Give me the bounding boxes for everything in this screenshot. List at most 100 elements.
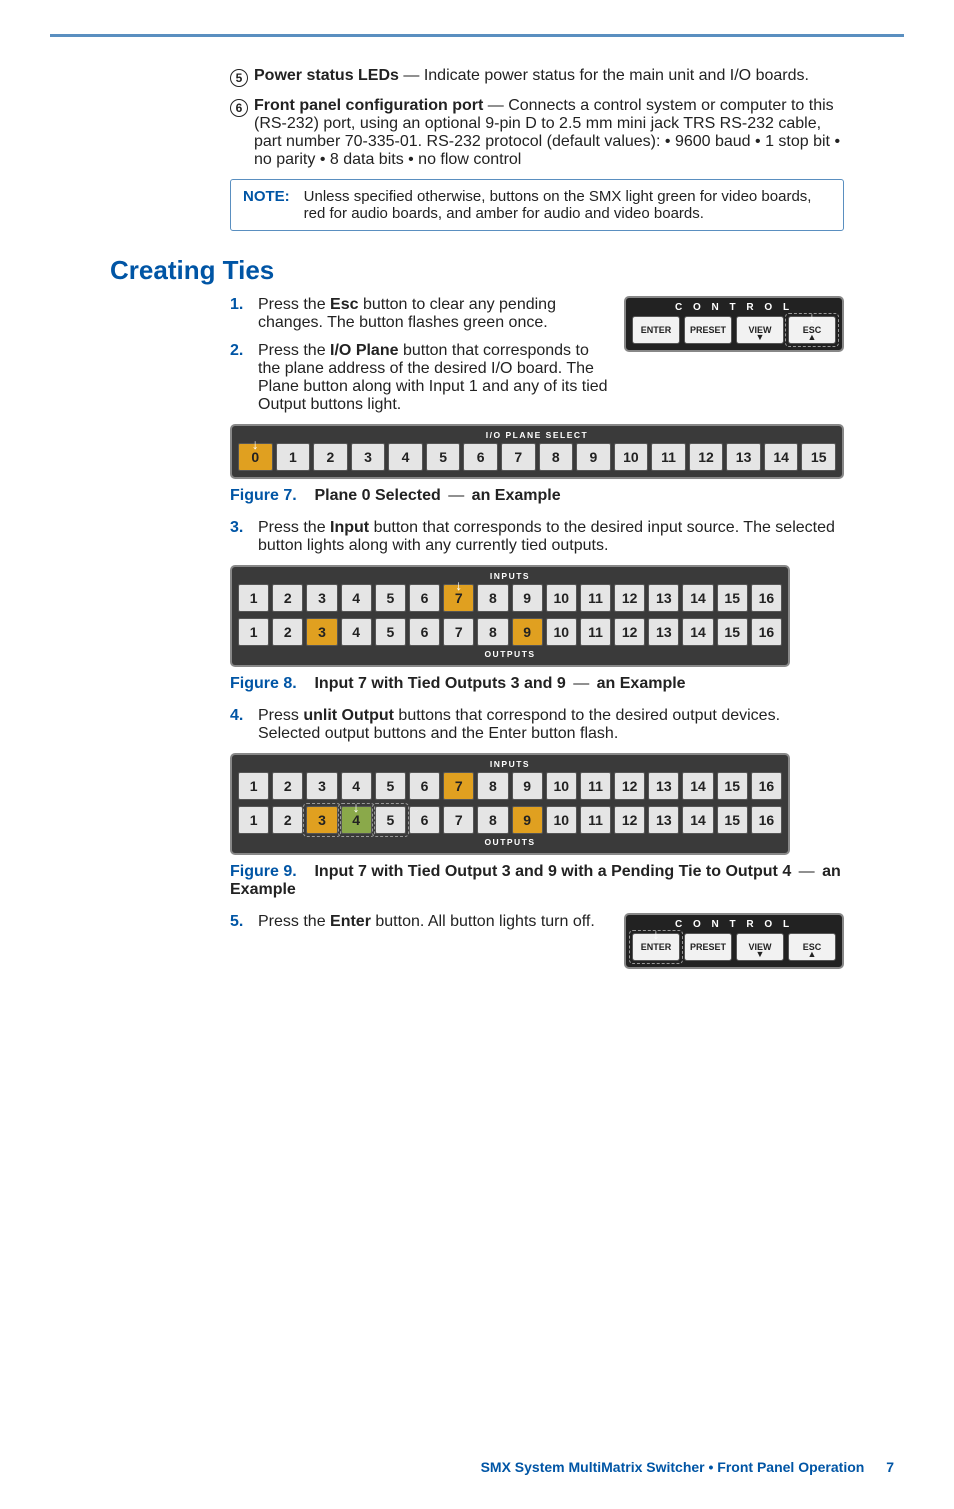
plane-button-2[interactable]: 2 [313,443,348,471]
input-button-8[interactable]: 8 [477,772,508,800]
input-button-14[interactable]: 14 [682,772,713,800]
output-button-13[interactable]: 13 [648,806,679,834]
input-button-2[interactable]: 2 [272,772,303,800]
preset-button-bottom[interactable]: PRESET [684,933,732,961]
button-highlight [372,803,409,837]
plane-button-4[interactable]: 4 [388,443,423,471]
output-button-9[interactable]: 9 [512,618,543,646]
output-button-10[interactable]: 10 [546,618,577,646]
output-button-7[interactable]: 7 [443,806,474,834]
plane-button-6[interactable]: 6 [463,443,498,471]
esc-button-bottom[interactable]: ESC ▲ [788,933,836,961]
input-button-3[interactable]: 3 [306,772,337,800]
output-button-11[interactable]: 11 [580,806,611,834]
plane-button-5[interactable]: 5 [426,443,461,471]
chevron-up-icon: ▲ [808,332,817,342]
output-button-8[interactable]: 8 [477,618,508,646]
input-button-11[interactable]: 11 [580,772,611,800]
input-button-10[interactable]: 10 [546,584,577,612]
footer-text: SMX System MultiMatrix Switcher • Front … [481,1459,865,1475]
input-button-9[interactable]: 9 [512,772,543,800]
input-button-11[interactable]: 11 [580,584,611,612]
plane-button-10[interactable]: 10 [614,443,649,471]
input-button-7[interactable]: 7↓ [443,584,474,612]
output-button-8[interactable]: 8 [477,806,508,834]
input-button-2[interactable]: 2 [272,584,303,612]
input-button-16[interactable]: 16 [751,772,782,800]
input-button-7[interactable]: 7 [443,772,474,800]
output-button-3[interactable]: 3 [306,618,337,646]
control-row: ENTER PRESET VIEW ▼ ESC ▲ ↓ [632,316,836,344]
input-button-5[interactable]: 5 [375,584,406,612]
input-button-14[interactable]: 14 [682,584,713,612]
output-button-5[interactable]: 5 [375,806,406,834]
input-button-9[interactable]: 9 [512,584,543,612]
input-button-1[interactable]: 1 [238,584,269,612]
output-button-16[interactable]: 16 [751,806,782,834]
input-button-6[interactable]: 6 [409,584,440,612]
output-button-10[interactable]: 10 [546,806,577,834]
output-button-3[interactable]: 3 [306,806,337,834]
output-button-5[interactable]: 5 [375,618,406,646]
output-button-14[interactable]: 14 [682,806,713,834]
plane-button-8[interactable]: 8 [539,443,574,471]
plane-button-15[interactable]: 15 [801,443,836,471]
output-button-4[interactable]: 4 [341,618,372,646]
output-button-2[interactable]: 2 [272,806,303,834]
input-button-12[interactable]: 12 [614,584,645,612]
plane-button-1[interactable]: 1 [276,443,311,471]
input-button-4[interactable]: 4 [341,772,372,800]
plane-button-11[interactable]: 11 [651,443,686,471]
plane-button-7[interactable]: 7 [501,443,536,471]
output-button-12[interactable]: 12 [614,806,645,834]
enter-button-label: ENTER [641,325,672,335]
input-button-4[interactable]: 4 [341,584,372,612]
item-6-bold: Front panel configuration port [254,97,483,114]
input-button-5[interactable]: 5 [375,772,406,800]
output-button-16[interactable]: 16 [751,618,782,646]
output-button-15[interactable]: 15 [717,618,748,646]
output-button-12[interactable]: 12 [614,618,645,646]
view-button-bottom[interactable]: VIEW ▼ [736,933,784,961]
enter-button-bottom[interactable]: ENTER ↓ [632,933,680,961]
output-button-2[interactable]: 2 [272,618,303,646]
output-button-15[interactable]: 15 [717,806,748,834]
output-button-1[interactable]: 1 [238,806,269,834]
step-5-pre: Press the [258,913,330,930]
input-button-10[interactable]: 10 [546,772,577,800]
step-3-number: 3. [230,519,258,555]
input-button-6[interactable]: 6 [409,772,440,800]
output-button-6[interactable]: 6 [409,806,440,834]
input-button-13[interactable]: 13 [648,584,679,612]
output-button-6[interactable]: 6 [409,618,440,646]
output-button-9[interactable]: 9 [512,806,543,834]
input-button-15[interactable]: 15 [717,772,748,800]
input-button-12[interactable]: 12 [614,772,645,800]
plane-button-14[interactable]: 14 [764,443,799,471]
enter-button[interactable]: ENTER [632,316,680,344]
output-button-4[interactable]: 4↓ [341,806,372,834]
step-5-body: Press the Enter button. All button light… [258,913,614,931]
output-button-7[interactable]: 7 [443,618,474,646]
esc-button[interactable]: ESC ▲ ↓ [788,316,836,344]
item-6-marker: 6 [230,97,254,169]
plane-button-0[interactable]: 0↓ [238,443,273,471]
input-button-1[interactable]: 1 [238,772,269,800]
plane-button-13[interactable]: 13 [726,443,761,471]
inputs-title-b: INPUTS [238,759,782,769]
preset-button[interactable]: PRESET [684,316,732,344]
input-button-13[interactable]: 13 [648,772,679,800]
plane-button-12[interactable]: 12 [689,443,724,471]
output-button-11[interactable]: 11 [580,618,611,646]
output-button-13[interactable]: 13 [648,618,679,646]
plane-button-9[interactable]: 9 [576,443,611,471]
plane-button-3[interactable]: 3 [351,443,386,471]
output-button-14[interactable]: 14 [682,618,713,646]
input-button-15[interactable]: 15 [717,584,748,612]
view-button[interactable]: VIEW ▼ [736,316,784,344]
input-button-16[interactable]: 16 [751,584,782,612]
output-button-1[interactable]: 1 [238,618,269,646]
button-highlight [338,803,375,837]
input-button-8[interactable]: 8 [477,584,508,612]
input-button-3[interactable]: 3 [306,584,337,612]
